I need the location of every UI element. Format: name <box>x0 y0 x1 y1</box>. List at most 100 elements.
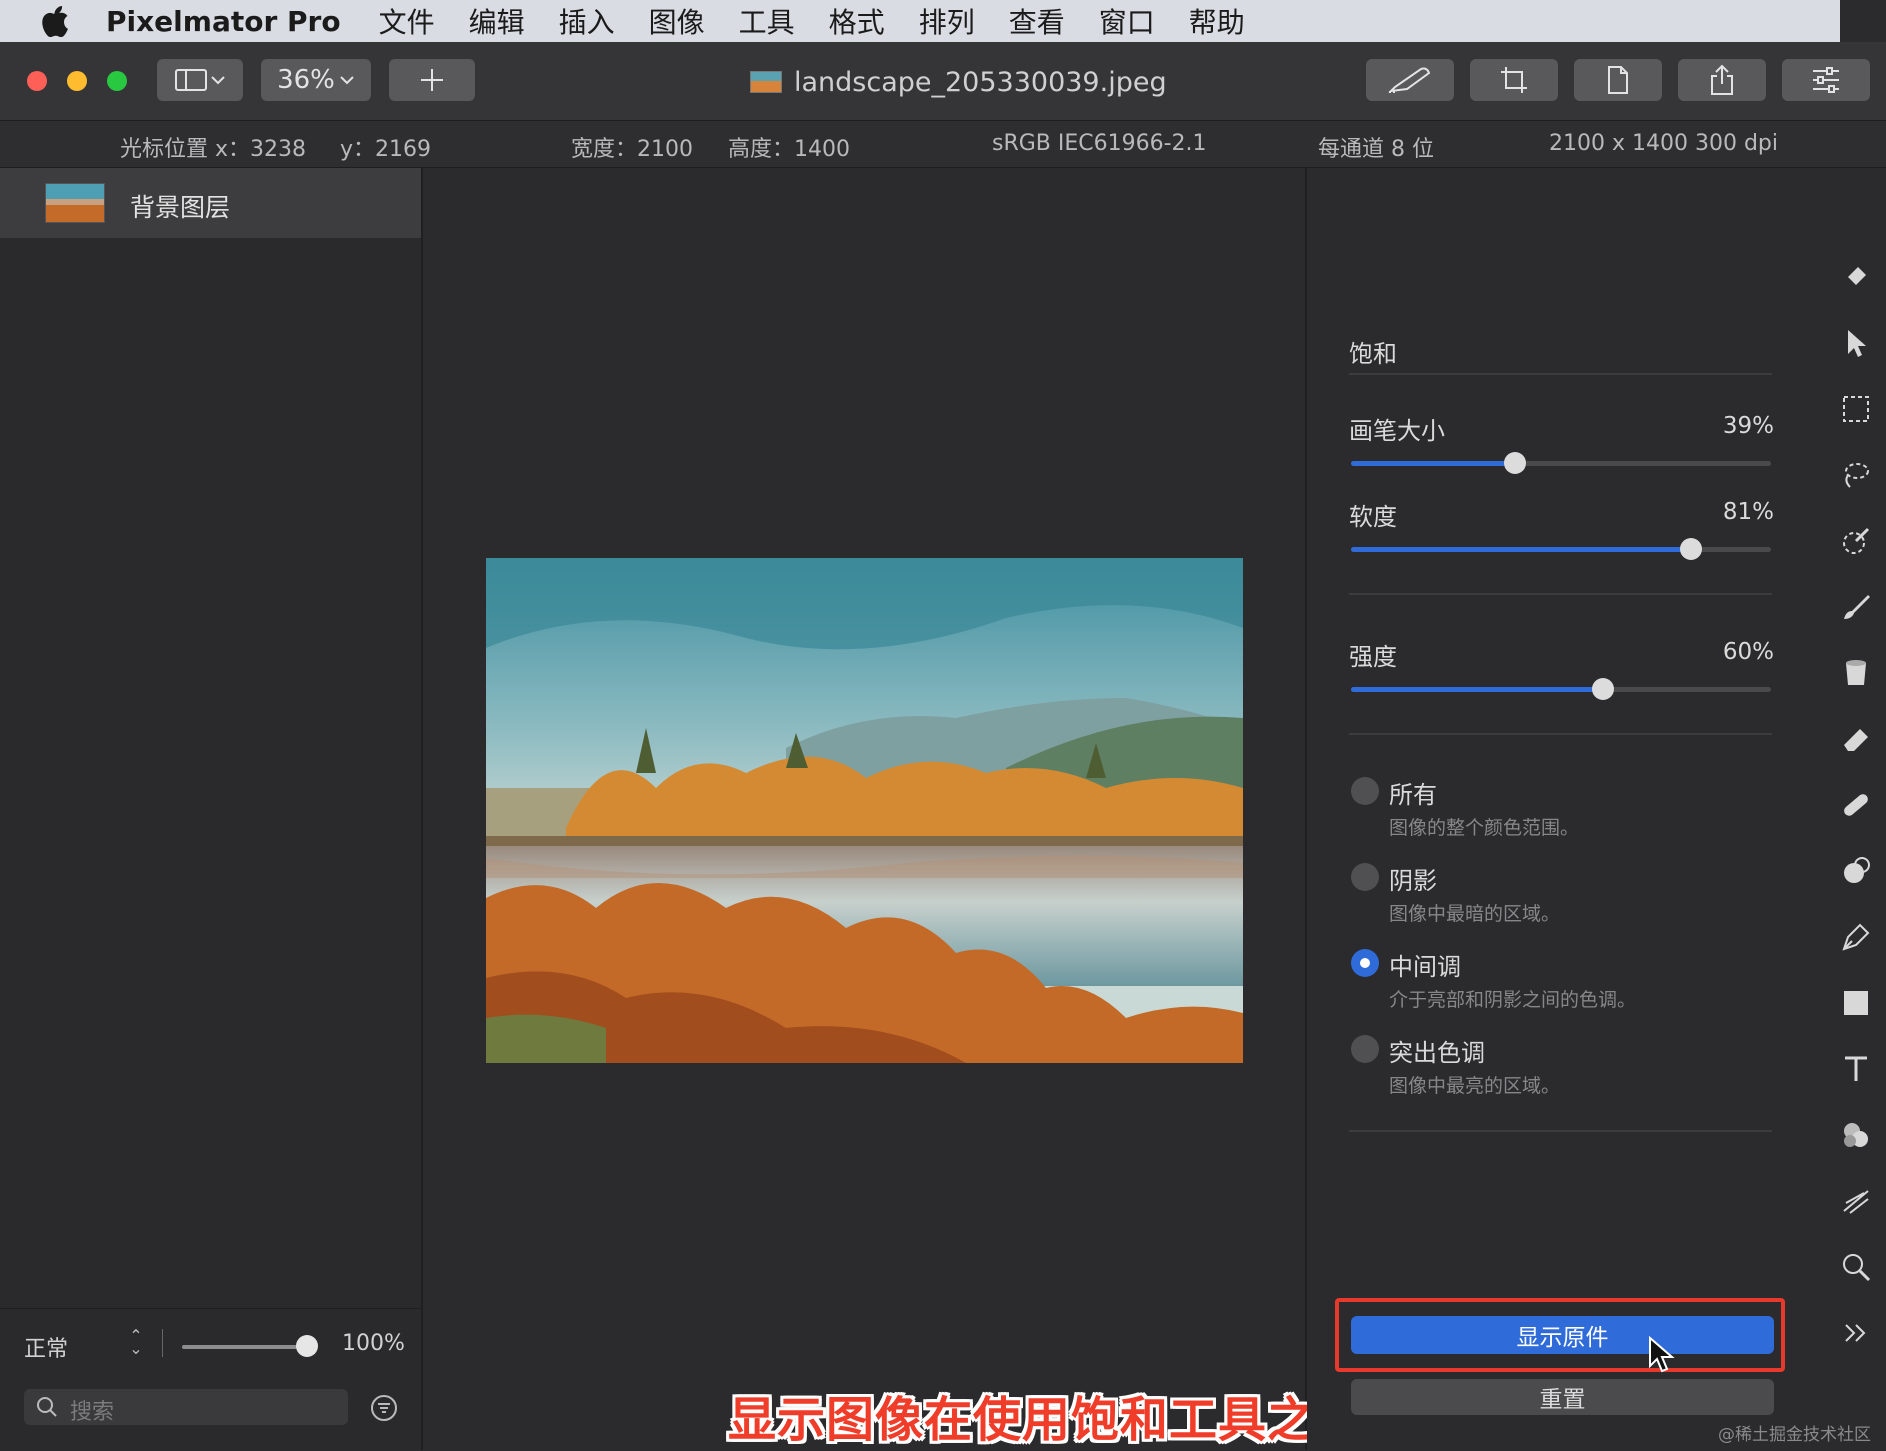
divider <box>162 1329 163 1357</box>
intensity-label: 强度 <box>1349 643 1397 671</box>
apple-logo-icon[interactable] <box>38 5 76 37</box>
sliders-icon <box>1813 67 1839 93</box>
brush-icon <box>1388 67 1431 93</box>
menu-tools[interactable]: 工具 <box>739 1 795 41</box>
text-tool-icon[interactable] <box>1837 1050 1875 1088</box>
cursor-y-readout: y：2169 <box>340 137 432 162</box>
reset-button[interactable]: 重置 <box>1351 1379 1774 1415</box>
opacity-slider-knob[interactable] <box>296 1335 318 1357</box>
brush-size-slider[interactable] <box>1351 452 1771 474</box>
menu-format[interactable]: 格式 <box>829 1 885 41</box>
brush-size-row: 画笔大小 39% <box>1349 411 1774 451</box>
add-button[interactable] <box>389 59 475 101</box>
blend-mode-select[interactable]: 正常 <box>24 1331 68 1363</box>
range-option-shadows[interactable]: 阴影 图像中最暗的区域。 <box>1307 861 1827 931</box>
canvas-area[interactable]: 显示图像在使用饱和工具之前的样子，单击「显示原件」 <box>423 168 1886 1450</box>
close-window-button[interactable] <box>27 71 47 91</box>
range-option-midtones[interactable]: 中间调 介于亮部和阴影之间的色调。 <box>1307 947 1827 1017</box>
lasso-tool-icon[interactable] <box>1837 456 1875 494</box>
menu-file[interactable]: 文件 <box>379 1 435 41</box>
shape-tool-icon[interactable] <box>1837 984 1875 1022</box>
softness-value: 81% <box>1722 499 1774 525</box>
chevron-down-icon <box>340 76 354 85</box>
layer-row[interactable]: 背景图层 <box>0 168 421 238</box>
fill-bucket-tool-icon[interactable] <box>1837 654 1875 692</box>
document-thumbnail <box>750 71 782 93</box>
slider-fill <box>1351 461 1515 466</box>
adjustments-button[interactable] <box>1782 59 1870 101</box>
share-button[interactable] <box>1678 59 1766 101</box>
format-button[interactable] <box>1574 59 1662 101</box>
layers-panel: 背景图层 正常 ⌃ ⌄ 100% 搜索 <box>0 168 423 1450</box>
filter-icon[interactable] <box>370 1394 398 1422</box>
opacity-slider[interactable] <box>182 1345 310 1349</box>
menu-window[interactable]: 窗口 <box>1099 1 1155 41</box>
softness-slider[interactable] <box>1351 538 1771 560</box>
range-option-highlights[interactable]: 突出色调 图像中最亮的区域。 <box>1307 1033 1827 1103</box>
layer-search-input[interactable]: 搜索 <box>24 1389 348 1425</box>
menu-view[interactable]: 查看 <box>1009 1 1065 41</box>
radio-highlights[interactable] <box>1351 1035 1379 1063</box>
divider <box>1349 373 1772 375</box>
image-height: 高度：1400 <box>728 137 850 162</box>
app-menu[interactable]: Pixelmator Pro <box>106 5 341 38</box>
document-filename: landscape_205330039.jpeg <box>794 66 1167 98</box>
arrange-tool-icon[interactable] <box>1837 258 1875 296</box>
menu-image[interactable]: 图像 <box>649 1 705 41</box>
paint-brush-tool-icon[interactable] <box>1837 588 1875 626</box>
intensity-slider[interactable] <box>1351 678 1771 700</box>
sidebar-icon <box>175 69 225 91</box>
share-icon <box>1711 64 1733 95</box>
zoom-window-button[interactable] <box>107 71 127 91</box>
repair-tool-icon[interactable] <box>1837 852 1875 890</box>
bandage-tool-icon[interactable] <box>1837 786 1875 824</box>
mouse-cursor-icon <box>1649 1336 1675 1373</box>
pointer-tool-icon[interactable] <box>1837 324 1875 362</box>
pen-tool-icon[interactable] <box>1837 918 1875 956</box>
opacity-value: 100% <box>342 1331 405 1356</box>
slider-fill <box>1351 547 1691 552</box>
menubar-edge <box>1840 0 1886 42</box>
panel-title: 饱和 <box>1349 340 1397 368</box>
zoom-dropdown[interactable]: 36% <box>261 59 371 101</box>
image-width: 宽度：2100 <box>571 137 693 162</box>
radio-shadows[interactable] <box>1351 863 1379 891</box>
search-placeholder: 搜索 <box>70 1400 115 1425</box>
menu-bar: Pixelmator Pro 文件 编辑 插入 图像 工具 格式 排列 查看 窗… <box>0 0 1840 42</box>
menu-help[interactable]: 帮助 <box>1189 1 1245 41</box>
landscape-image[interactable] <box>486 558 1243 1063</box>
tool-options-panel: 饱和 画笔大小 39% 软度 81% 强度 60% 所有 图像的整个颜色范围。 … <box>1307 168 1827 1450</box>
retouch-tool-button[interactable] <box>1366 59 1454 101</box>
sidebar-toggle-button[interactable] <box>157 59 243 101</box>
crop-button[interactable] <box>1470 59 1558 101</box>
color-picker-tool-icon[interactable] <box>1837 522 1875 560</box>
distort-tool-icon[interactable] <box>1837 1182 1875 1220</box>
info-bar: 光标位置 x：3238 y：2169 宽度：2100 高度：1400 sRGB … <box>0 121 1886 168</box>
slider-knob[interactable] <box>1592 678 1614 700</box>
range-label: 阴影 <box>1389 867 1437 895</box>
eraser-tool-icon[interactable] <box>1837 720 1875 758</box>
range-desc: 图像的整个颜色范围。 <box>1389 817 1580 839</box>
brush-size-value: 39% <box>1722 413 1774 439</box>
softness-label: 软度 <box>1349 503 1397 531</box>
menu-edit[interactable]: 编辑 <box>469 1 525 41</box>
radio-midtones[interactable] <box>1351 949 1379 977</box>
menu-arrange[interactable]: 排列 <box>919 1 975 41</box>
radio-all[interactable] <box>1351 777 1379 805</box>
color-adjust-tool-icon[interactable] <box>1837 1116 1875 1154</box>
more-tools-icon[interactable] <box>1837 1314 1875 1352</box>
zoom-tool-icon[interactable] <box>1837 1248 1875 1286</box>
rect-select-tool-icon[interactable] <box>1837 390 1875 428</box>
document-title: landscape_205330039.jpeg <box>750 62 1167 102</box>
menu-insert[interactable]: 插入 <box>559 1 615 41</box>
color-profile: sRGB IEC61966-2.1 <box>992 131 1207 156</box>
slider-knob[interactable] <box>1504 452 1526 474</box>
slider-knob[interactable] <box>1680 538 1702 560</box>
bit-depth: 每通道 8 位 <box>1318 137 1434 162</box>
show-original-button[interactable]: 显示原件 <box>1351 1316 1774 1354</box>
plus-icon <box>421 69 443 91</box>
watermark: @稀土掘金技术社区 <box>1718 1425 1871 1445</box>
range-option-all[interactable]: 所有 图像的整个颜色范围。 <box>1307 775 1827 845</box>
minimize-window-button[interactable] <box>67 71 87 91</box>
up-down-chevron-icon[interactable]: ⌃ ⌄ <box>128 1328 144 1357</box>
